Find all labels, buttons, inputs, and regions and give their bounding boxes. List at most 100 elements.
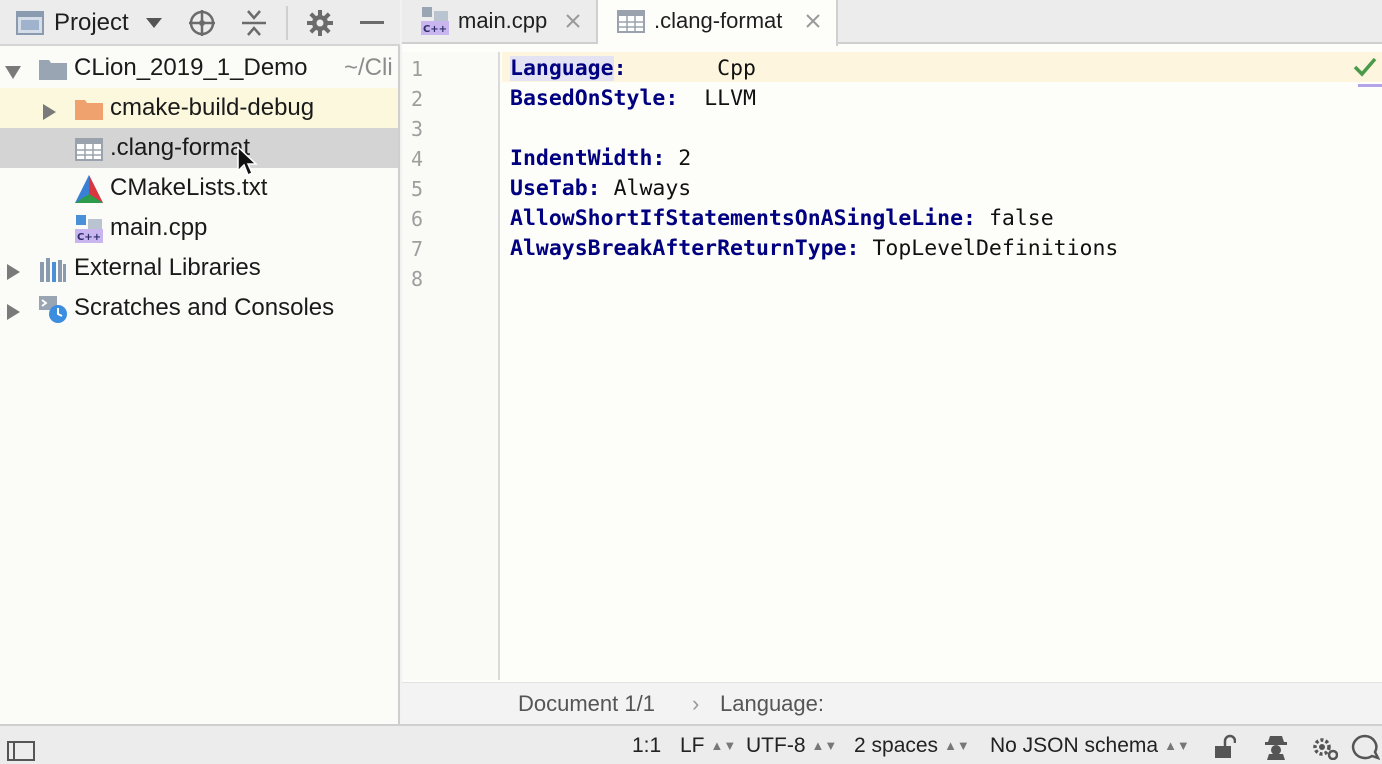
yaml-separator: :: [652, 146, 679, 171]
updown-icon: ▲▼: [944, 738, 970, 753]
project-toolbar: Project: [0, 0, 400, 46]
project-tool-window: Project CLion_2019_1_Demo ~/Cli cmake-bu…: [0, 0, 400, 724]
config-file-icon: [616, 6, 646, 36]
tree-item-external-libraries[interactable]: External Libraries: [0, 248, 398, 288]
tree-item-clang-format[interactable]: .clang-format: [0, 128, 398, 177]
breadcrumb-separator: ›: [692, 691, 700, 716]
line-separator-selector[interactable]: LF ▲▼: [680, 726, 736, 764]
tree-item-cmake-build-debug[interactable]: cmake-build-debug: [0, 88, 398, 128]
tree-item-label: External Libraries: [74, 254, 261, 281]
line-number: 2: [411, 87, 424, 111]
updown-icon: ▲▼: [710, 738, 737, 753]
tree-item-label: Scratches and Consoles: [74, 294, 335, 321]
project-view-title[interactable]: Project: [54, 7, 129, 39]
tree-item-main-cpp[interactable]: C++ main.cpp: [0, 208, 398, 248]
breadcrumb-document[interactable]: Document 1/1: [518, 683, 655, 725]
chevron-down-icon[interactable]: [144, 12, 164, 34]
gear-icon[interactable]: [1310, 734, 1339, 761]
yaml-separator: :: [613, 56, 718, 81]
tree-item-label: cmake-build-debug: [110, 94, 315, 121]
yaml-value: Cpp: [717, 56, 756, 81]
event-log-icon[interactable]: [1350, 734, 1381, 761]
code-line: IndentWidth: 2: [510, 144, 691, 174]
yaml-key: AllowShortIfStatementsOnASingleLine: [510, 206, 964, 231]
code-line: AllowShortIfStatementsOnASingleLine: fal…: [510, 204, 1054, 234]
minimize-icon[interactable]: [356, 7, 388, 39]
indent-selector[interactable]: 2 spaces ▲▼: [854, 726, 970, 764]
folder-icon: [38, 54, 68, 84]
yaml-value: Always: [613, 176, 692, 201]
yaml-key: Language: [510, 56, 614, 81]
yaml-separator: :: [665, 86, 705, 111]
code-line: UseTab: Always: [510, 174, 691, 204]
folder-icon: [74, 94, 104, 124]
ide-window: Project CLion_2019_1_Demo ~/Cli cmake-bu…: [0, 0, 1382, 764]
project-root-path: ~/Cli: [344, 54, 393, 81]
yaml-separator: :: [587, 176, 614, 201]
line-separator-value: LF: [680, 734, 705, 757]
tree-item-scratches[interactable]: Scratches and Consoles: [0, 288, 398, 328]
encoding-value: UTF-8: [746, 734, 806, 757]
updown-icon: ▲▼: [811, 738, 838, 753]
yaml-key: IndentWidth: [510, 146, 653, 171]
collapsed-arrow-icon[interactable]: [4, 300, 22, 320]
breadcrumb-language[interactable]: Language:: [720, 683, 824, 725]
toolbar-divider: [286, 6, 288, 40]
json-schema-selector[interactable]: No JSON schema ▲▼: [990, 726, 1190, 764]
updown-icon: ▲▼: [1164, 738, 1190, 753]
yaml-value: LLVM: [704, 86, 756, 111]
svg-text:C++: C++: [77, 232, 101, 243]
collapse-all-icon[interactable]: [240, 7, 268, 39]
collapsed-arrow-icon[interactable]: [40, 100, 58, 120]
locate-file-icon[interactable]: [186, 7, 218, 39]
collapsed-arrow-icon[interactable]: [4, 260, 22, 280]
hector-inspector-icon[interactable]: [1262, 734, 1290, 760]
line-number: 5: [411, 177, 424, 201]
code-line: BasedOnStyle: LLVM: [510, 84, 756, 114]
tool-windows-toggle-icon[interactable]: [6, 736, 36, 761]
gear-icon[interactable]: [304, 7, 336, 39]
code-editor[interactable]: Language: Cpp BasedOnStyle: LLVM IndentW…: [502, 52, 1382, 680]
checkmark-icon[interactable]: [1352, 56, 1378, 78]
project-window-icon: [16, 10, 44, 36]
tab-clang-format[interactable]: .clang-format: [598, 0, 838, 46]
tree-item-label: CMakeLists.txt: [110, 174, 268, 201]
inspection-status-marker: [1358, 84, 1382, 87]
yaml-key: AlwaysBreakAfterReturnType: [510, 236, 847, 261]
tab-label: .clang-format: [654, 8, 783, 33]
editor-area: C++ main.cpp .clang-format 1 2 3 4 5 6 7…: [402, 0, 1382, 724]
tree-item-cmakelists[interactable]: CMakeLists.txt: [0, 168, 398, 208]
tab-label: main.cpp: [458, 8, 548, 33]
cpp-file-icon: C++: [74, 214, 104, 244]
yaml-separator: :: [846, 236, 873, 261]
library-icon: [38, 254, 68, 284]
cpp-file-icon: C++: [420, 6, 450, 36]
yaml-value: 2: [678, 146, 692, 171]
tree-item-label: main.cpp: [110, 214, 208, 241]
unlock-icon[interactable]: [1212, 734, 1237, 760]
line-number: 1: [411, 57, 424, 81]
line-number: 4: [411, 147, 424, 171]
line-number: 3: [411, 117, 424, 141]
yaml-value: TopLevelDefinitions: [872, 236, 1119, 261]
tree-item-label: .clang-format: [110, 134, 251, 161]
line-number: 7: [411, 237, 424, 261]
breadcrumb: Document 1/1 › Language:: [402, 682, 1382, 724]
close-icon[interactable]: [562, 10, 584, 32]
close-icon[interactable]: [802, 10, 824, 32]
yaml-key: BasedOnStyle: [510, 86, 666, 111]
svg-text:C++: C++: [423, 24, 447, 35]
yaml-separator: :: [963, 206, 989, 231]
caret-position[interactable]: 1:1: [632, 726, 661, 764]
expanded-arrow-icon[interactable]: [4, 60, 22, 79]
line-number: 6: [411, 207, 424, 231]
line-number: 8: [411, 267, 424, 291]
encoding-selector[interactable]: UTF-8 ▲▼: [746, 726, 837, 764]
line-number-gutter: 1 2 3 4 5 6 7 8: [402, 52, 500, 680]
code-line: AlwaysBreakAfterReturnType: TopLevelDefi…: [510, 234, 1118, 264]
tab-main-cpp[interactable]: C++ main.cpp: [402, 0, 598, 44]
indent-value: 2 spaces: [854, 734, 939, 757]
editor-tabs: C++ main.cpp .clang-format: [402, 0, 1382, 46]
tree-item-project-root[interactable]: CLion_2019_1_Demo ~/Cli: [0, 48, 398, 88]
cmake-icon: [74, 174, 104, 204]
